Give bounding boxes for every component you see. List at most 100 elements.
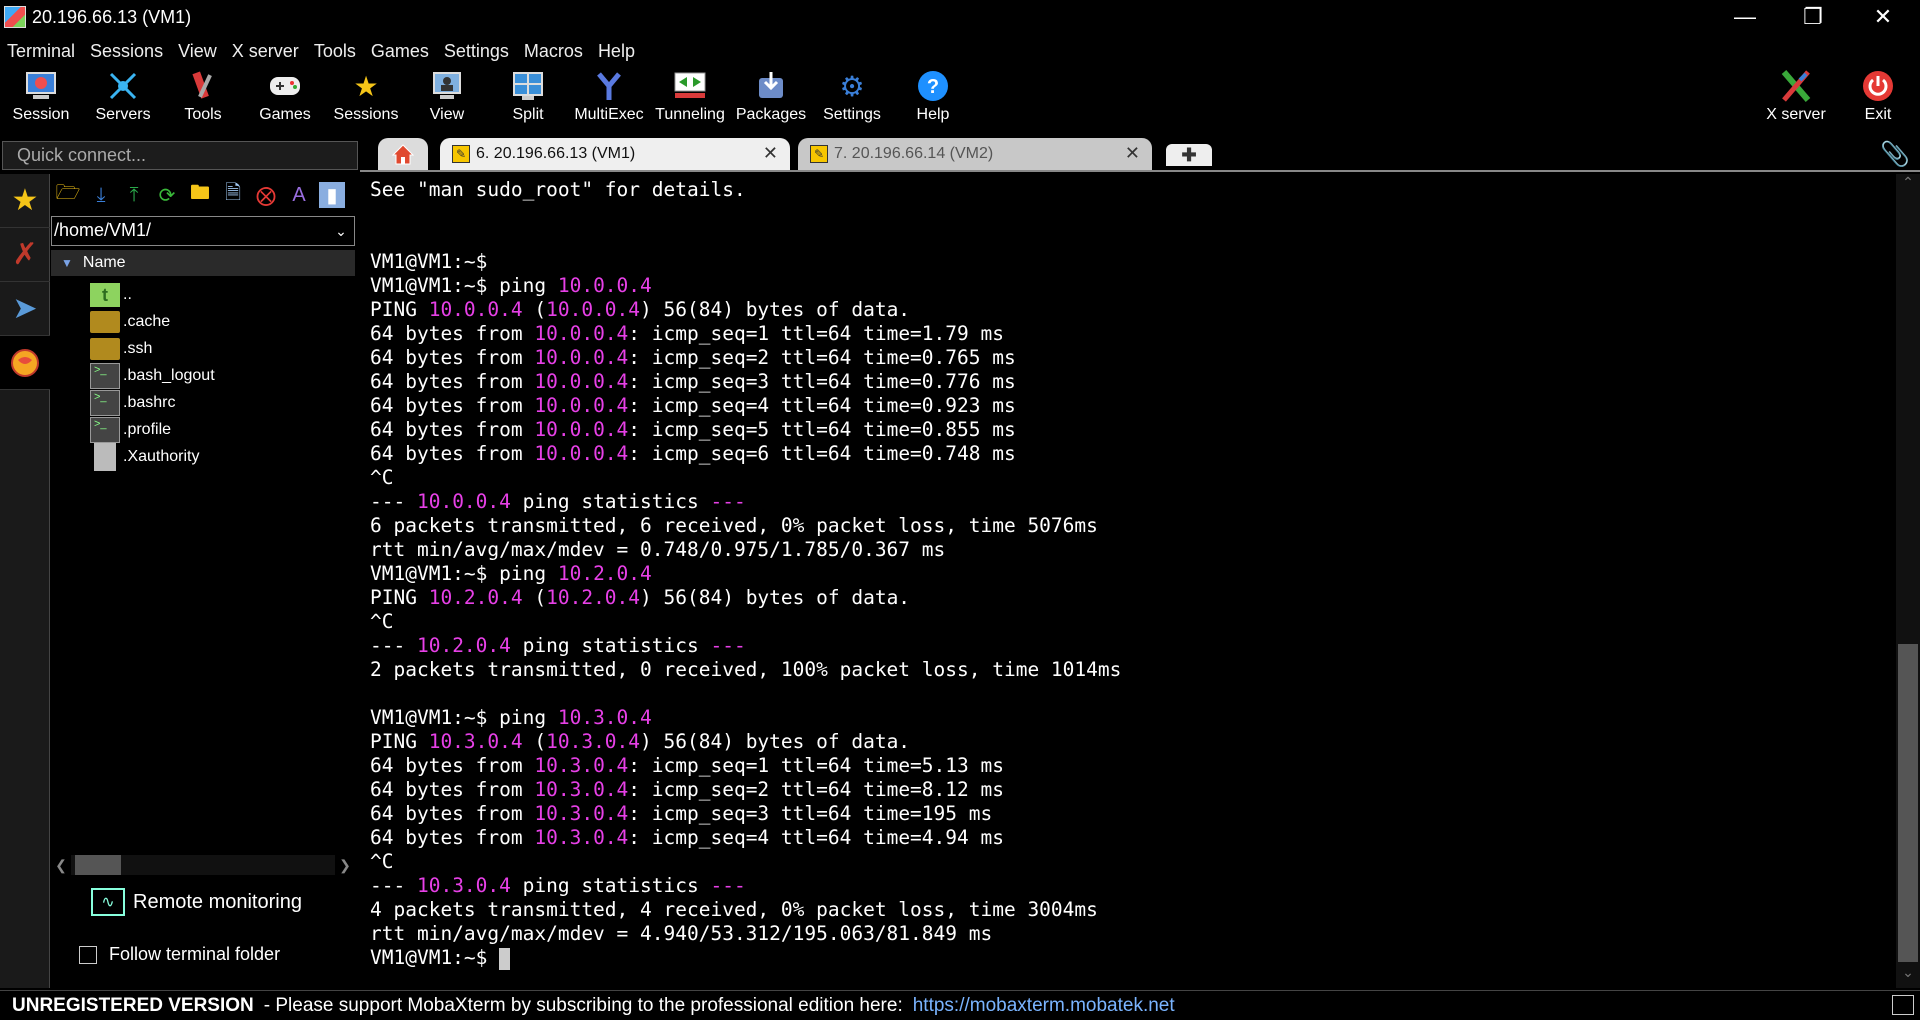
sessions-button[interactable]: ★ Sessions — [326, 66, 406, 132]
monitor-pulse-icon: ∿ — [91, 888, 125, 916]
paperclip-icon[interactable]: 📎 — [1880, 140, 1910, 169]
sftp-side-tab[interactable] — [0, 336, 50, 390]
delete-icon[interactable]: ⨂ — [253, 182, 279, 208]
packages-icon — [753, 68, 789, 104]
chevron-left-icon[interactable]: ❮ — [51, 857, 71, 874]
terminal-line: --- 10.3.0.4 ping statistics --- — [370, 874, 746, 897]
tab-vm2-label: 7. 20.196.66.14 (VM2) — [834, 145, 994, 162]
terminal-line: 64 bytes from 10.3.0.4: icmp_seq=4 ttl=6… — [370, 826, 1004, 849]
home-tab[interactable] — [378, 138, 428, 170]
menu-sessions[interactable]: Sessions — [83, 41, 171, 62]
sort-icon: ▼ — [61, 256, 73, 270]
menu-terminal[interactable]: Terminal — [0, 41, 83, 62]
split-icon — [510, 68, 546, 104]
file-item-parent[interactable]: t .. — [89, 280, 132, 310]
parent-folder-icon[interactable]: 🗁 — [55, 182, 81, 208]
mobatek-link[interactable]: https://mobaxterm.mobatek.net — [913, 995, 1175, 1017]
new-folder-icon[interactable]: 🖿 — [187, 182, 213, 208]
close-button[interactable]: ✕ — [1848, 0, 1918, 34]
terminal-line: VM1@VM1:~$ ping 10.0.0.4 — [370, 274, 652, 297]
file-item-profile[interactable]: >_ .profile — [89, 415, 171, 445]
terminal-line: 64 bytes from 10.0.0.4: icmp_seq=1 ttl=6… — [370, 322, 1004, 345]
svg-text:?: ? — [927, 76, 939, 98]
file-item-bashrc[interactable]: >_ .bashrc — [89, 388, 175, 418]
tab-vm1-label: 6. 20.196.66.13 (VM1) — [476, 145, 636, 162]
file-item-bash-logout[interactable]: >_ .bash_logout — [89, 361, 215, 391]
help-button[interactable]: ? Help — [893, 66, 973, 132]
unregistered-label: UNREGISTERED VERSION — [12, 994, 254, 1016]
remote-monitoring-button[interactable]: ∿ Remote monitoring — [91, 888, 302, 916]
terminal-line: --- 10.0.0.4 ping statistics --- — [370, 490, 746, 513]
terminal-line: PING 10.2.0.4 (10.2.0.4) 56(84) bytes of… — [370, 586, 911, 609]
menu-settings[interactable]: Settings — [437, 41, 517, 62]
horizontal-scrollbar[interactable]: ❮ ❯ — [51, 854, 355, 876]
tunneling-button[interactable]: Tunneling — [650, 66, 730, 132]
keyboard-icon[interactable] — [1892, 995, 1914, 1015]
restore-button[interactable]: ❐ — [1778, 0, 1848, 34]
scrollbar-thumb[interactable] — [75, 855, 121, 875]
terminal-line: 64 bytes from 10.0.0.4: icmp_seq=6 ttl=6… — [370, 442, 1016, 465]
file-item-cache[interactable]: .cache — [89, 307, 170, 337]
menu-tools[interactable]: Tools — [307, 41, 364, 62]
rename-icon[interactable]: A — [286, 182, 312, 208]
session-button[interactable]: Session — [1, 66, 81, 132]
chevron-up-icon[interactable]: ⌃ — [1896, 174, 1920, 198]
menu-x-server[interactable]: X server — [225, 41, 307, 62]
upload-icon[interactable]: ⤒ — [121, 182, 147, 208]
download-icon[interactable]: ⤓ — [88, 182, 114, 208]
menu-macros[interactable]: Macros — [517, 41, 591, 62]
terminal-output[interactable]: See "man sudo_root" for details. VM1@VM1:… — [362, 174, 1896, 988]
exit-button[interactable]: Exit — [1838, 66, 1918, 132]
chevron-down-icon[interactable]: ⌄ — [330, 219, 352, 243]
games-button[interactable]: Games — [245, 66, 325, 132]
vertical-scrollbar[interactable]: ⌃ ⌄ — [1896, 174, 1920, 988]
scrollbar-thumb[interactable] — [1898, 644, 1918, 962]
macros-side-tab[interactable]: ➤ — [0, 282, 50, 336]
ssh-tab-icon: ✎ — [810, 145, 828, 163]
menu-view[interactable]: View — [171, 41, 225, 62]
chevron-down-icon[interactable]: ⌄ — [1896, 964, 1920, 988]
terminal-line: ^C — [370, 850, 394, 873]
new-tab-button[interactable]: ✚ — [1166, 144, 1212, 166]
minimize-button[interactable]: — — [1710, 0, 1780, 34]
refresh-icon[interactable]: ⟳ — [154, 182, 180, 208]
permissions-icon[interactable]: ▮ — [319, 182, 345, 208]
gear-icon: ⚙ — [839, 70, 865, 102]
tab-vm1[interactable]: ✎ 6. 20.196.66.13 (VM1) ✕ — [440, 138, 790, 170]
terminal-line: PING 10.3.0.4 (10.3.0.4) 56(84) bytes of… — [370, 730, 911, 753]
tab-vm2-close-icon[interactable]: ✕ — [1125, 143, 1140, 164]
view-button[interactable]: View — [407, 66, 487, 132]
file-item-ssh[interactable]: .ssh — [89, 334, 152, 364]
menu-games[interactable]: Games — [364, 41, 437, 62]
menu-help[interactable]: Help — [591, 41, 643, 62]
split-button[interactable]: Split — [488, 66, 568, 132]
servers-button[interactable]: Servers — [83, 66, 163, 132]
name-column-header[interactable]: ▼ Name — [51, 250, 355, 276]
sftp-panel: 🗁 ⤓ ⤒ ⟳ 🖿 🗎 ⨂ A ▮ /home/VM1/ ⌄ ▼ Name t … — [51, 174, 360, 988]
tools-button[interactable]: Tools — [163, 66, 243, 132]
title-bar: 20.196.66.13 (VM1) — ❐ ✕ — [0, 0, 1920, 34]
follow-terminal-folder-option[interactable]: Follow terminal folder — [79, 944, 280, 965]
packages-button[interactable]: Packages — [731, 66, 811, 132]
home-icon — [391, 144, 415, 165]
sessions-side-tab[interactable]: ★ — [0, 174, 50, 228]
new-file-icon[interactable]: 🗎 — [220, 182, 246, 208]
window-title: 20.196.66.13 (VM1) — [32, 6, 192, 27]
session-icon — [23, 68, 59, 104]
tab-vm2[interactable]: ✎ 7. 20.196.66.14 (VM2) ✕ — [798, 138, 1152, 170]
xserver-button[interactable]: X server — [1756, 66, 1836, 132]
quick-connect-input[interactable]: Quick connect... — [2, 141, 358, 170]
sftp-toolbar: 🗁 ⤓ ⤒ ⟳ 🖿 🗎 ⨂ A ▮ — [51, 174, 360, 216]
chevron-right-icon[interactable]: ❯ — [335, 857, 355, 874]
path-field[interactable]: /home/VM1/ ⌄ — [51, 216, 355, 246]
multiexec-button[interactable]: MultiExec — [569, 66, 649, 132]
tools-side-tab[interactable]: ✗ — [0, 228, 50, 282]
settings-button[interactable]: ⚙ Settings — [812, 66, 892, 132]
file-item-xauthority[interactable]: .Xauthority — [89, 442, 199, 472]
ssh-tab-icon: ✎ — [452, 145, 470, 163]
terminal-file-icon: >_ — [89, 363, 121, 389]
terminal-line: ^C — [370, 466, 394, 489]
follow-terminal-folder-checkbox[interactable] — [79, 945, 97, 964]
tab-vm1-close-icon[interactable]: ✕ — [763, 143, 778, 164]
